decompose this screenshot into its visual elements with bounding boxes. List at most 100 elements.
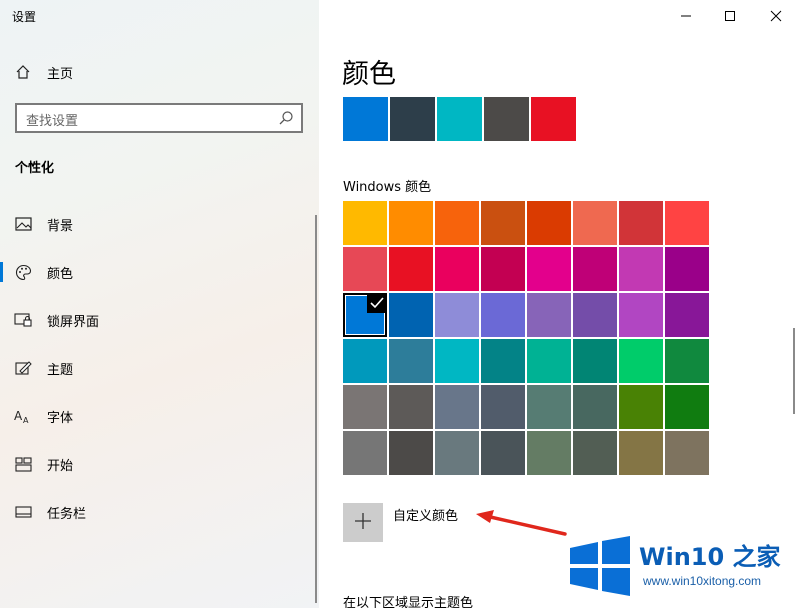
color-swatch[interactable] [619,385,663,429]
section-title: 个性化 [15,161,55,176]
recent-colors [343,97,576,141]
color-swatch[interactable] [481,247,525,291]
color-swatch[interactable] [435,293,479,337]
recent-color-swatch[interactable] [484,97,529,141]
sidebar-item-fonts[interactable]: AA 字体 [0,396,319,436]
color-swatch[interactable] [481,339,525,383]
color-swatch[interactable] [481,385,525,429]
watermark-brand: Win10 之家 [639,543,781,571]
sidebar-item-label: 颜色 [47,266,74,282]
color-swatch[interactable] [573,339,617,383]
sidebar-item-start[interactable]: 开始 [0,444,319,484]
checkmark-icon [367,293,387,313]
color-swatch[interactable] [481,293,525,337]
color-swatch[interactable] [343,339,387,383]
accent-surfaces-heading: 在以下区域显示主题色 [343,596,474,608]
sidebar-item-label: 锁屏界面 [47,314,100,330]
recent-color-swatch[interactable] [437,97,482,141]
color-swatch[interactable] [619,293,663,337]
color-swatch[interactable] [527,431,571,475]
windows-colors-heading: Windows 颜色 [343,180,432,195]
color-swatch[interactable] [481,431,525,475]
sidebar-item-label: 开始 [47,458,74,474]
color-swatch[interactable] [619,247,663,291]
color-swatch[interactable] [665,247,709,291]
color-swatch[interactable] [573,385,617,429]
sidebar-item-label: 背景 [47,218,74,234]
color-swatch[interactable] [435,201,479,245]
sidebar-item-label: 主题 [47,362,74,378]
color-swatch[interactable] [435,339,479,383]
color-swatch[interactable] [435,431,479,475]
page-title: 颜色 [342,59,396,90]
picture-icon [14,215,32,233]
color-swatch[interactable] [343,201,387,245]
windows-logo-icon [570,536,630,596]
minimize-icon [680,7,692,26]
search-placeholder: 查找设置 [26,114,79,129]
theme-icon [14,359,32,377]
color-swatch-selected[interactable] [343,293,387,337]
color-swatch[interactable] [527,293,571,337]
sidebar-item-label: 字体 [47,410,74,426]
palette-icon [14,263,32,281]
color-swatch[interactable] [343,385,387,429]
color-swatch[interactable] [481,201,525,245]
search-input[interactable]: 查找设置 [15,103,303,133]
sidebar-item-themes[interactable]: 主题 [0,348,319,388]
sidebar-item-colors[interactable]: 颜色 [0,252,319,292]
recent-color-swatch[interactable] [343,97,388,141]
sidebar-item-label: 主页 [47,66,74,82]
annotation-arrow [470,506,570,540]
sidebar-item-lock-screen[interactable]: 锁屏界面 [0,300,319,340]
color-swatch[interactable] [665,385,709,429]
color-swatch[interactable] [573,431,617,475]
sidebar-item-home[interactable]: 主页 [0,52,319,92]
close-icon [770,7,782,26]
color-swatch[interactable] [389,385,433,429]
watermark: Win10 之家 www.win10xitong.com [568,536,798,608]
color-swatch[interactable] [619,201,663,245]
color-swatch[interactable] [573,201,617,245]
color-swatch[interactable] [619,339,663,383]
color-swatch[interactable] [435,247,479,291]
recent-color-swatch[interactable] [531,97,576,141]
home-icon [14,63,32,81]
color-swatch[interactable] [343,431,387,475]
content-scrollbar[interactable] [793,328,795,414]
sidebar-scrollbar[interactable] [315,215,317,603]
color-swatch[interactable] [665,293,709,337]
custom-color-label[interactable]: 自定义颜色 [393,505,458,524]
color-swatch[interactable] [527,385,571,429]
sidebar: 设置 主页 查找设置 个性化 背景 颜色 锁屏界面 主题 A A 字体 开始 任… [0,0,319,608]
svg-text:A: A [23,416,29,424]
maximize-button[interactable] [718,4,742,28]
color-swatch[interactable] [527,247,571,291]
color-swatch[interactable] [527,201,571,245]
color-swatch[interactable] [343,247,387,291]
color-swatch[interactable] [435,385,479,429]
custom-color-button[interactable] [343,503,383,542]
color-swatch[interactable] [619,431,663,475]
minimize-button[interactable] [674,4,698,28]
color-swatch[interactable] [573,293,617,337]
taskbar-icon [14,503,32,521]
svg-text:A: A [14,409,23,423]
sidebar-item-background[interactable]: 背景 [0,204,319,244]
color-swatch[interactable] [665,201,709,245]
recent-color-swatch[interactable] [390,97,435,141]
color-swatch[interactable] [389,247,433,291]
search-icon[interactable] [278,110,294,130]
maximize-icon [724,7,736,26]
color-swatch[interactable] [389,201,433,245]
lock-screen-icon [14,311,32,329]
color-swatch[interactable] [389,339,433,383]
color-swatch[interactable] [665,431,709,475]
color-swatch[interactable] [573,247,617,291]
sidebar-item-taskbar[interactable]: 任务栏 [0,492,319,532]
color-swatch[interactable] [527,339,571,383]
color-swatch[interactable] [665,339,709,383]
close-button[interactable] [764,4,788,28]
color-swatch[interactable] [389,431,433,475]
color-swatch[interactable] [389,293,433,337]
